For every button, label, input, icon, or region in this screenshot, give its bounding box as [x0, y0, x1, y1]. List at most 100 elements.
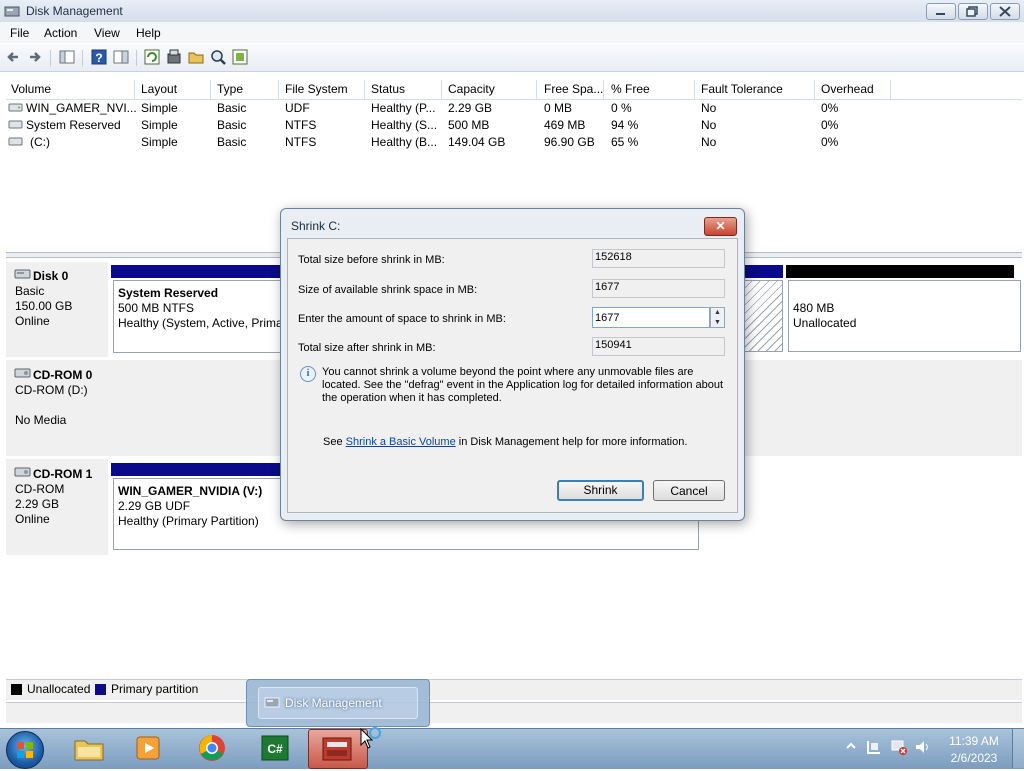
shrink-amount-stepper[interactable]: ▲ ▼	[710, 307, 725, 328]
table-cell[interactable]: (C:)	[30, 135, 50, 149]
shrink-basic-volume-link[interactable]: Shrink a Basic Volume	[346, 436, 456, 448]
legend-primary: Primary partition	[111, 682, 199, 696]
stepper-up-icon[interactable]: ▲	[711, 308, 724, 317]
column-header-fault-tolerance[interactable]: Fault Tolerance	[701, 82, 783, 96]
cancel-button[interactable]: Cancel	[653, 480, 725, 501]
partition-detail: 500 MB NTFS	[118, 301, 195, 315]
back-arrow-icon[interactable]	[4, 48, 22, 66]
title-bar	[0, 0, 1024, 23]
partition-c-selected[interactable]	[743, 280, 783, 352]
column-header-percent-free[interactable]: % Free	[611, 82, 650, 96]
table-cell: No	[701, 118, 717, 132]
total-before-value: 152618	[592, 249, 725, 268]
open-folder-icon[interactable]	[187, 48, 205, 66]
show-desktop-button[interactable]	[1012, 729, 1024, 768]
total-after-label: Total size after shrink in MB:	[298, 342, 436, 354]
shrink-amount-input[interactable]	[592, 307, 710, 328]
column-divider[interactable]	[814, 80, 815, 99]
file-explorer-icon[interactable]	[72, 733, 106, 763]
column-divider[interactable]	[603, 80, 604, 99]
table-cell[interactable]: System Reserved	[26, 118, 121, 132]
column-header-free-space[interactable]: Free Spa...	[544, 82, 603, 96]
mouse-cursor-icon	[359, 727, 381, 754]
total-before-label: Total size before shrink in MB:	[298, 254, 445, 266]
table-cell: UDF	[285, 101, 310, 115]
column-header-capacity[interactable]: Capacity	[448, 82, 495, 96]
column-divider[interactable]	[694, 80, 695, 99]
table-cell: 0%	[821, 118, 839, 132]
column-header-status[interactable]: Status	[371, 82, 405, 96]
disk-name: Disk 0	[33, 269, 69, 283]
table-cell: 65 %	[611, 135, 639, 149]
table-cell: NTFS	[285, 118, 317, 132]
toolbar-separator	[50, 50, 51, 66]
close-button[interactable]	[990, 3, 1020, 20]
unallocated-status: Unallocated	[793, 316, 857, 330]
csharp-ide-icon[interactable]: C#	[258, 733, 292, 763]
minimize-button[interactable]	[926, 3, 956, 20]
clock-time[interactable]: 11:39 AM	[946, 734, 1002, 748]
help-icon[interactable]: ?	[90, 48, 108, 66]
column-divider[interactable]	[441, 80, 442, 99]
volume-icon	[8, 135, 24, 150]
table-cell: 96.90 GB	[544, 135, 595, 149]
column-header-file-system[interactable]: File System	[285, 82, 348, 96]
column-divider[interactable]	[536, 80, 537, 99]
stepper-down-icon[interactable]: ▼	[711, 318, 724, 327]
search-icon[interactable]	[209, 48, 227, 66]
partition-detail: 2.29 GB UDF	[118, 499, 191, 513]
total-after-value: 150941	[592, 337, 725, 356]
table-cell: 500 MB	[448, 118, 490, 132]
column-divider[interactable]	[278, 80, 279, 99]
column-divider[interactable]	[210, 80, 211, 99]
column-divider[interactable]	[890, 80, 891, 99]
disk-management-icon	[4, 4, 20, 18]
disk-management-icon	[264, 695, 280, 712]
maximize-button[interactable]	[958, 3, 988, 20]
action-center-icon[interactable]	[865, 738, 883, 759]
column-divider[interactable]	[134, 80, 135, 99]
table-cell: 0 %	[611, 101, 632, 115]
menu-help[interactable]: Help	[136, 26, 161, 40]
disk-icon	[14, 268, 32, 283]
start-button[interactable]	[6, 731, 44, 769]
refresh-icon[interactable]	[143, 48, 161, 66]
table-cell[interactable]: WIN_GAMER_NVI...	[26, 101, 137, 115]
forward-arrow-icon[interactable]	[26, 48, 44, 66]
table-cell: No	[701, 135, 717, 149]
media-player-icon[interactable]	[132, 733, 166, 763]
column-header-overhead[interactable]: Overhead	[821, 82, 874, 96]
show-hidden-icons-icon[interactable]	[845, 740, 857, 755]
menu-view[interactable]: View	[94, 26, 120, 40]
info-message: You cannot shrink a volume beyond the po…	[322, 366, 724, 404]
volume-icon	[8, 101, 24, 116]
disk-name: CD-ROM 1	[33, 467, 93, 481]
dialog-close-button[interactable]: ✕	[704, 217, 737, 236]
available-space-label: Size of available shrink space in MB:	[298, 284, 478, 296]
settings-icon[interactable]	[231, 48, 249, 66]
column-header-layout[interactable]: Layout	[141, 82, 177, 96]
rescan-disks-icon[interactable]	[165, 48, 183, 66]
menu-action[interactable]: Action	[44, 26, 77, 40]
properties-pane-icon[interactable]	[112, 48, 130, 66]
table-cell: Simple	[141, 118, 178, 132]
volume-icon[interactable]	[913, 738, 931, 759]
table-cell: Healthy (B...	[371, 135, 438, 149]
table-cell: Basic	[217, 135, 247, 149]
column-header-volume[interactable]: Volume	[11, 82, 51, 96]
table-cell: Simple	[141, 101, 178, 115]
show-hide-tree-icon[interactable]	[58, 48, 76, 66]
clock-date[interactable]: 2/6/2023	[946, 751, 1002, 765]
network-icon[interactable]	[890, 738, 908, 759]
disk-state: Online	[15, 314, 50, 328]
help-line: See Shrink a Basic Volume in Disk Manage…	[323, 436, 687, 448]
menu-file[interactable]: File	[10, 26, 29, 40]
chrome-icon[interactable]	[195, 733, 229, 763]
column-divider[interactable]	[364, 80, 365, 99]
disk-state: No Media	[15, 413, 67, 427]
column-header-type[interactable]: Type	[217, 82, 243, 96]
disk-name: CD-ROM 0	[33, 368, 93, 382]
shrink-button[interactable]: Shrink	[557, 480, 644, 501]
disk-size: 150.00 GB	[15, 299, 73, 313]
legend-swatch-unallocated	[11, 684, 22, 695]
